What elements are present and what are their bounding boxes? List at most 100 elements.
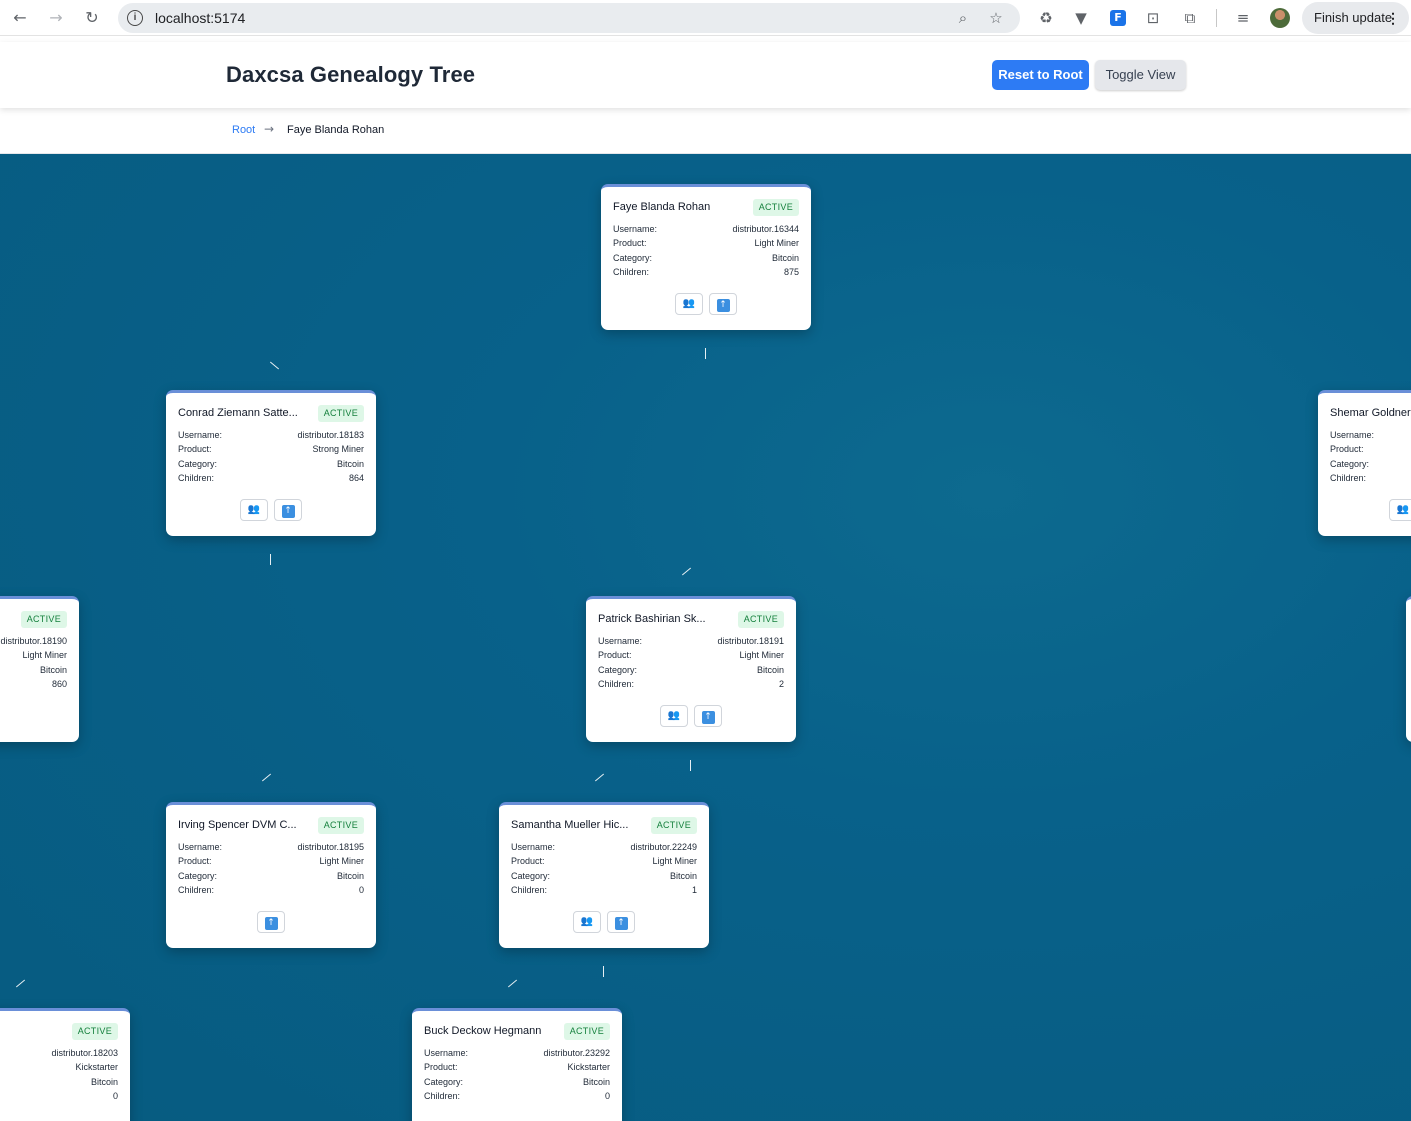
children-row: Children: 0 xyxy=(178,885,364,899)
tree-canvas[interactable]: Faye Blanda Rohan ACTIVE Username: distr… xyxy=(0,154,1411,1121)
reset-to-root-button[interactable]: Reset to Root xyxy=(992,60,1089,90)
username-row: Username: distributor.18190 xyxy=(0,636,67,650)
product-value: Light Miner xyxy=(754,238,799,248)
children-row: Children: xyxy=(1330,473,1411,487)
go-to-parent-button[interactable]: ↑ xyxy=(274,499,302,521)
node-card[interactable]: Irving Spencer DVM C... ACTIVE Username:… xyxy=(166,802,376,948)
status-badge: ACTIVE xyxy=(752,199,799,216)
children-value: 875 xyxy=(783,267,799,277)
node-actions: 👥 ↑ xyxy=(499,911,709,935)
status-badge: ACTIVE xyxy=(71,1023,118,1040)
product-value: Light Miner xyxy=(319,856,364,866)
view-team-button[interactable]: 👥 xyxy=(240,499,268,521)
node-card[interactable]: Patrick Bashirian Sk... ACTIVE Username:… xyxy=(586,596,796,742)
node-name: Shemar Goldner xyxy=(1330,407,1411,419)
breadcrumb-root-link[interactable]: Root xyxy=(232,124,255,136)
tree-connector xyxy=(681,567,692,576)
category-row: Category: Bitcoin xyxy=(0,665,67,679)
node-card[interactable]: Samantha Mueller Hic... ACTIVE Username:… xyxy=(499,802,709,948)
node-card[interactable]: Shemar Goldner ACTIVE Username: Product:… xyxy=(1318,390,1411,536)
product-label: Product: xyxy=(424,1062,458,1072)
category-row: Category: Bitcoin xyxy=(613,253,799,267)
category-row: Category: xyxy=(1330,459,1411,473)
username-value: distributor.16344 xyxy=(732,224,799,234)
go-to-parent-button[interactable]: ↑ xyxy=(607,911,635,933)
product-row: Product: Kickstarter xyxy=(424,1062,610,1076)
category-label: Category: xyxy=(1330,459,1370,469)
site-info-icon[interactable]: i xyxy=(127,10,143,26)
category-row: Category: Bitcoin xyxy=(511,871,697,885)
tree-connector xyxy=(603,966,604,977)
product-label: Product: xyxy=(613,238,647,248)
children-row: Children: 860 xyxy=(0,679,67,693)
back-icon[interactable]: ← xyxy=(8,7,32,29)
product-row: Product: xyxy=(1330,444,1411,458)
node-card[interactable]: still W... ACTIVE Username: distributor.… xyxy=(0,1008,130,1121)
node-card[interactable]: Buck Deckow Hegmann ACTIVE Username: dis… xyxy=(412,1008,622,1121)
node-actions: 👥 ↑ xyxy=(166,499,376,523)
reading-list-icon[interactable]: ≡ xyxy=(1232,7,1254,29)
node-card[interactable]: Faye Blanda Rohan ACTIVE Username: distr… xyxy=(601,184,811,330)
go-to-parent-button[interactable]: ↑ xyxy=(694,705,722,727)
toggle-view-button[interactable]: Toggle View xyxy=(1095,60,1186,90)
reload-icon[interactable]: ↻ xyxy=(80,7,104,29)
bookmark-star-icon[interactable]: ☆ xyxy=(986,8,1006,28)
children-label: Children: xyxy=(178,885,215,895)
children-value: 1 xyxy=(691,885,697,895)
username-value: distributor.22249 xyxy=(630,842,697,852)
product-value: Light Miner xyxy=(739,650,784,660)
view-team-button[interactable]: 👥 xyxy=(1389,499,1411,521)
children-value: 864 xyxy=(348,473,364,483)
extension-v-icon[interactable]: ▼ xyxy=(1070,7,1092,29)
node-card-offscreen[interactable] xyxy=(1406,596,1411,742)
address-url[interactable]: localhost:5174 xyxy=(155,10,245,26)
tree-connector xyxy=(705,348,706,359)
go-to-parent-button[interactable]: ↑ xyxy=(709,293,737,315)
extension-f-icon[interactable]: F xyxy=(1110,10,1126,26)
product-row: Product: Light Miner xyxy=(178,856,364,870)
product-value: Strong Miner xyxy=(312,444,364,454)
breadcrumb-current: Faye Blanda Rohan xyxy=(287,124,385,136)
node-name: Conrad Ziemann Satte... xyxy=(178,407,298,419)
arrow-up-icon: ↑ xyxy=(614,917,628,930)
product-row: Product: Light Miner xyxy=(0,650,67,664)
username-label: Username: xyxy=(178,842,223,852)
finish-update-button[interactable]: Finish update ⋮ xyxy=(1302,2,1409,34)
tree-connector xyxy=(269,361,280,370)
category-value: Bitcoin xyxy=(756,665,784,675)
children-row: Children: 2 xyxy=(598,679,784,693)
node-actions: 👥 xyxy=(1318,499,1411,523)
node-actions: ↑ xyxy=(166,911,376,935)
children-row: Children: 875 xyxy=(613,267,799,281)
zoom-icon[interactable]: ⌕ xyxy=(953,8,973,28)
category-row: Category: Bitcoin xyxy=(178,871,364,885)
username-row: Username: distributor.18203 xyxy=(0,1048,118,1062)
go-to-parent-button[interactable]: ↑ xyxy=(257,911,285,933)
profile-avatar[interactable] xyxy=(1270,8,1290,28)
username-label: Username: xyxy=(613,224,658,234)
more-menu-icon[interactable]: ⋮ xyxy=(1386,2,1400,34)
address-bar[interactable]: i localhost:5174 ⌕ ☆ xyxy=(118,3,1020,33)
view-team-button[interactable]: 👥 xyxy=(660,705,688,727)
view-team-button[interactable]: 👥 xyxy=(675,293,703,315)
view-team-button[interactable]: 👥 xyxy=(573,911,601,933)
browser-toolbar: ← → ↻ i localhost:5174 ⌕ ☆ ♻ ▼ F ⊡ ⧉ ≡ F… xyxy=(0,0,1411,36)
forward-icon[interactable]: → xyxy=(44,7,68,29)
product-value: Kickstarter xyxy=(75,1062,118,1072)
product-label: Product: xyxy=(511,856,545,866)
category-value: Bitcoin xyxy=(90,1077,118,1087)
children-row: Children: 864 xyxy=(178,473,364,487)
product-row: Product: Light Miner xyxy=(511,856,697,870)
node-card[interactable]: Conrad Ziemann Satte... ACTIVE Username:… xyxy=(166,390,376,536)
extension-recycle-icon[interactable]: ♻ xyxy=(1035,7,1057,29)
children-value: 2 xyxy=(778,679,784,689)
category-value: Bitcoin xyxy=(669,871,697,881)
extensions-puzzle-icon[interactable]: ⧉ xyxy=(1179,7,1201,29)
extension-capture-icon[interactable]: ⊡ xyxy=(1142,7,1164,29)
node-name: Samantha Mueller Hic... xyxy=(511,819,629,831)
username-row: Username: distributor.18195 xyxy=(178,842,364,856)
node-actions: 👥 ↑ xyxy=(586,705,796,729)
children-label: Children: xyxy=(598,679,635,689)
node-card[interactable]: ACTIVE Username: distributor.18190 Produ… xyxy=(0,596,79,742)
category-value: Bitcoin xyxy=(582,1077,610,1087)
